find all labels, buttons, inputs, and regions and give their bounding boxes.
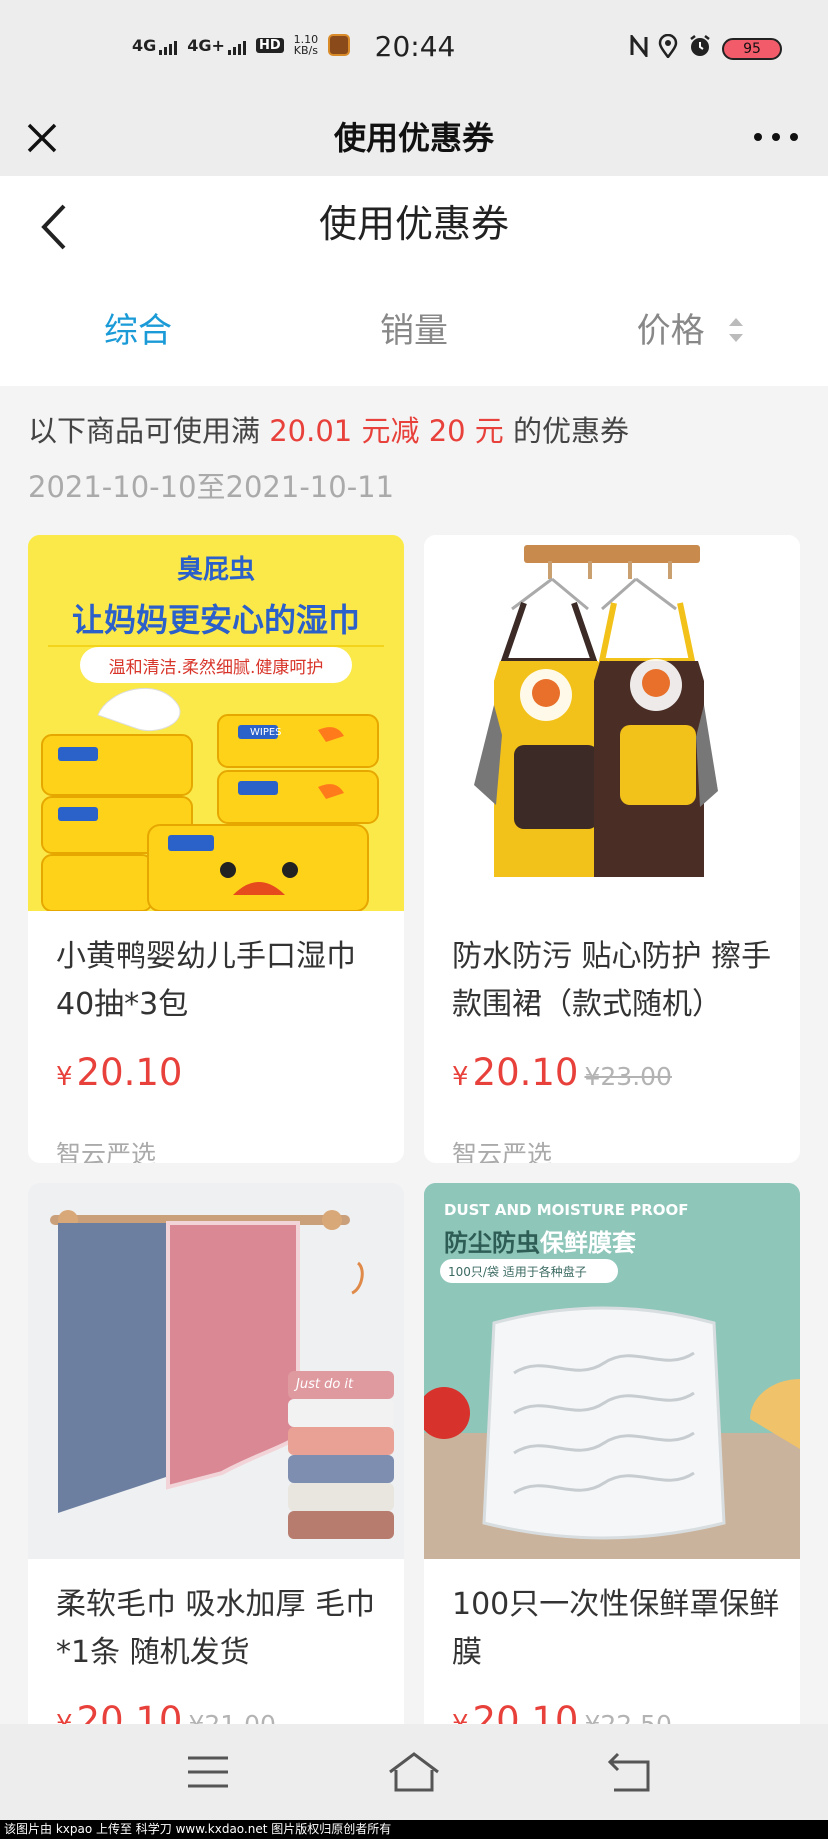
menu-button[interactable] [178,1746,238,1798]
location-icon [658,33,678,64]
more-dot-icon [790,133,798,141]
product-price: 20.10 [472,1051,579,1094]
clock: 20:44 [374,30,456,63]
product-card[interactable]: DUST AND MOISTURE PROOF 防尘防虫保鲜膜套 100只/袋 … [424,1183,800,1743]
sort-tabs: 综合 销量 价格 [0,276,828,386]
product-image [424,535,800,911]
image-note: 100只/袋 适用于各种盘子 [448,1265,587,1279]
tab-comprehensive[interactable]: 综合 [0,276,276,386]
shop-name: 智云严选 [452,1140,553,1163]
signal-icon [159,39,178,55]
image-english-text: DUST AND MOISTURE PROOF [444,1201,689,1219]
coupon-description: 以下商品可使用满 20.01 元减 20 元 的优惠券 [28,408,629,454]
image-headline: 防尘防虫保鲜膜套 [444,1223,636,1258]
nfc-icon [630,32,648,63]
app-notification-icon [328,34,351,56]
shop-name: 智云严选 [56,1140,157,1163]
status-bar: 4G 4G+ HD 1.10 KB/s 20:44 95 [0,0,828,100]
product-name: 100只一次性保鲜罩保鲜膜 [452,1587,780,1670]
image-headline-a: 防尘防虫 [444,1229,540,1257]
product-card[interactable]: 臭屁虫 让妈妈更安心的湿巾 温和清洁.柔然细腻.健康呵护 WIPES 小黄鸭婴幼… [28,535,404,1163]
home-icon [389,1752,439,1792]
product-image: Just do it [28,1183,404,1559]
image-tagline: 温和清洁.柔然细腻.健康呵护 [108,658,324,678]
currency-symbol: ¥ [452,1062,469,1092]
status-left: 4G 4G+ HD 1.10 KB/s [132,34,351,56]
nav-header: 使用优惠券 [0,100,828,176]
product-name: 防水防污 贴心防护 擦手款围裙（款式随机） [452,939,772,1022]
page-title: 使用优惠券 [318,202,509,246]
tab-label: 综合 [104,311,172,351]
product-name: 小黄鸭婴幼儿手口湿巾40抽*3包 [56,939,356,1022]
more-dot-icon [772,133,780,141]
coupon-suffix: 的优惠券 [513,414,630,448]
product-image: DUST AND MOISTURE PROOF 防尘防虫保鲜膜套 100只/袋 … [424,1183,800,1559]
network-1-label: 4G [132,35,157,55]
image-brand: 臭屁虫 [176,555,255,585]
tab-label: 销量 [380,311,448,351]
alarm-icon [688,34,712,64]
image-headline-b: 保鲜膜套 [540,1229,636,1257]
status-right: 95 [630,32,782,64]
network-1: 4G [132,35,178,55]
network-speed: 1.10 KB/s [294,34,319,56]
nav-title: 使用优惠券 [333,119,494,157]
coupon-amount: 20.01 元减 20 元 [269,414,504,448]
signal-icon [227,39,246,55]
wipes-illustration [28,535,404,911]
product-image: 臭屁虫 让妈妈更安心的湿巾 温和清洁.柔然细腻.健康呵护 WIPES [28,535,404,911]
coupon-prefix: 以下商品可使用满 [28,414,261,448]
page-header: 使用优惠券 [0,176,828,276]
network-2-label: 4G+ [187,35,225,55]
sort-arrows-icon [729,317,744,342]
product-card[interactable]: 防水防污 贴心防护 擦手款围裙（款式随机） ¥ 20.10 ¥23.00 智云严… [424,535,800,1163]
hd-badge: HD [255,37,284,53]
product-card[interactable]: Just do it 柔软毛巾 吸水加厚 毛巾 *1条 随机发货 ¥ 20.10… [28,1183,404,1743]
speed-unit: KB/s [293,44,318,57]
currency-symbol: ¥ [56,1062,73,1092]
battery-indicator: 95 [722,38,782,60]
product-name: 柔软毛巾 吸水加厚 毛巾 *1条 随机发货 [56,1587,376,1670]
price-row: ¥ 20.10 ¥23.00 [452,1051,672,1094]
tab-sales[interactable]: 销量 [276,276,552,386]
more-dot-icon [754,133,762,141]
apron-illustration [424,535,800,911]
coupon-date-range: 2021-10-10至2021-10-11 [28,470,395,504]
tab-price[interactable]: 价格 [552,276,828,386]
home-button[interactable] [384,1746,444,1798]
original-price: ¥23.00 [584,1062,672,1091]
network-2: 4G+ [187,36,246,55]
product-price: 20.10 [76,1051,183,1094]
more-options-button[interactable] [754,122,798,152]
image-pack-label: WIPES [250,727,282,738]
back-arrow-icon [607,1752,650,1792]
towel-illustration [28,1183,404,1559]
menu-icon [188,1756,228,1788]
back-system-button[interactable] [600,1746,660,1798]
system-navigation-bar [0,1724,828,1820]
towel-print-text: Just do it [296,1377,354,1392]
tab-label: 价格 [636,311,705,351]
price-row: ¥ 20.10 [56,1051,182,1094]
watermark: 该图片由 kxpao 上传至 科学刀 www.kxdao.net 图片版权归原创… [0,1820,828,1839]
image-headline: 让妈妈更安心的湿巾 [71,601,360,639]
